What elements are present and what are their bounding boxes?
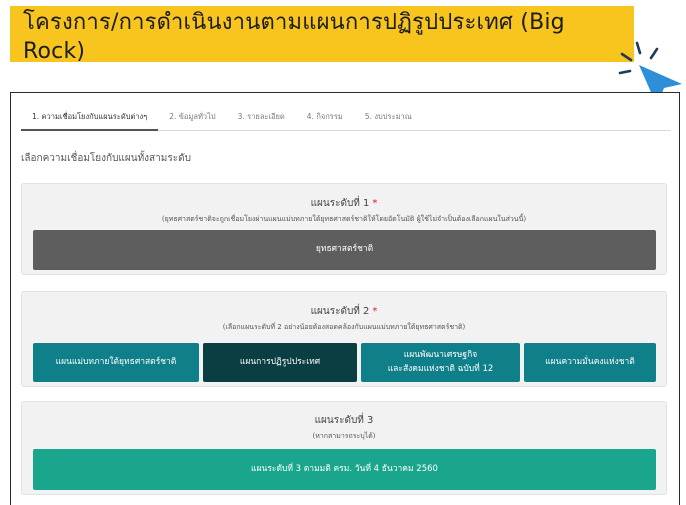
national-reform-plan-option[interactable]: แผนการปฏิรูปประเทศ	[203, 343, 357, 382]
tab-budget[interactable]: 5. งบประมาณ	[354, 103, 423, 130]
form-frame: 1. ความเชื่อมโยงกับแผนระดับต่างๆ 2. ข้อม…	[10, 92, 680, 505]
tab-activities[interactable]: 4. กิจกรรม	[296, 103, 354, 130]
level3-plan-button[interactable]: แผนระดับที่ 3 ตามมติ ครม. วันที่ 4 ธันวา…	[33, 449, 656, 490]
section-title: เลือกความเชื่อมโยงกับแผนทั้งสามระดับ	[21, 153, 191, 164]
required-marker: *	[372, 198, 378, 209]
page-title: โครงการ/การดำเนินงานตามแผนการปฏิรูปประเท…	[23, 10, 565, 64]
required-marker: *	[372, 306, 378, 317]
level1-hint: (ยุทธศาสตร์ชาติจะถูกเชื่อมโยงผ่านแผนแม่บ…	[161, 215, 527, 223]
page-title-banner: โครงการ/การดำเนินงานตามแผนการปฏิรูปประเท…	[10, 6, 634, 64]
tab-general-info[interactable]: 2. ข้อมูลทั่วไป	[158, 103, 226, 130]
economic-social-plan-option[interactable]: แผนพัฒนาเศรษฐกิจ และสังคมแห่งชาติ ฉบับที…	[361, 343, 520, 382]
national-strategy-button[interactable]: ยุทธศาสตร์ชาติ	[33, 230, 656, 270]
master-plan-option[interactable]: แผนแม่บทภายใต้ยุทธศาสตร์ชาติ	[33, 343, 199, 382]
level3-hint: (หากสามารถระบุได้)	[312, 432, 376, 440]
level2-title: แผนระดับที่ 2 *	[310, 306, 378, 317]
tab-linkage[interactable]: 1. ความเชื่อมโยงกับแผนระดับต่างๆ	[21, 103, 159, 131]
tab-details[interactable]: 3. รายละเอียด	[227, 103, 296, 130]
level2-card: แผนระดับที่ 2 * (เลือกแผนระดับที่ 2 อย่าง…	[21, 291, 667, 387]
level2-hint: (เลือกแผนระดับที่ 2 อย่างน้อยต้องสอดคล้อ…	[222, 323, 466, 331]
step-tabs: 1. ความเชื่อมโยงกับแผนระดับต่างๆ 2. ข้อม…	[21, 103, 671, 131]
level3-card: แผนระดับที่ 3 (หากสามารถระบุได้) แผนระดั…	[21, 401, 667, 495]
national-security-plan-option[interactable]: แผนความมั่นคงแห่งชาติ	[524, 343, 656, 382]
level1-card: แผนระดับที่ 1 * (ยุทธศาสตร์ชาติจะถูกเชื่อ…	[21, 183, 667, 275]
level3-title: แผนระดับที่ 3	[314, 415, 374, 426]
level1-title: แผนระดับที่ 1 *	[310, 198, 378, 209]
